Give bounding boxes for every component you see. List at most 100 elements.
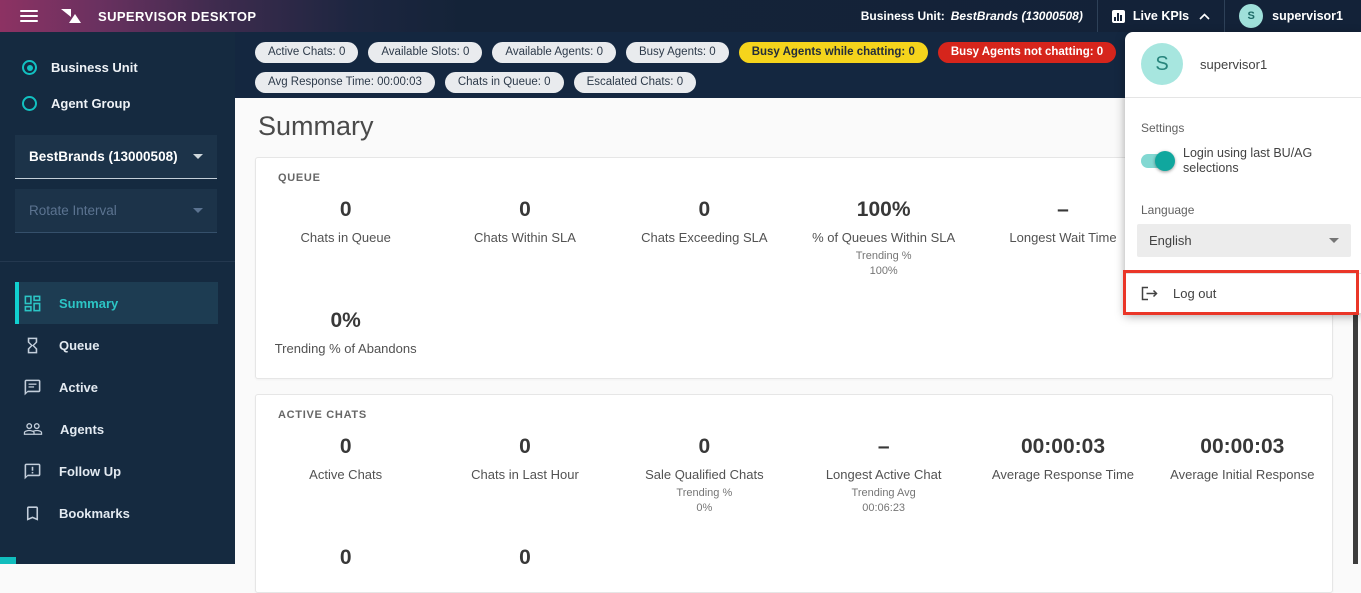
app-logo-icon (60, 8, 82, 24)
stat-value: 0 (435, 198, 614, 222)
stat-sub-label: Trending % (794, 250, 973, 262)
divider (1224, 0, 1225, 32)
dashboard-icon (23, 294, 42, 313)
radio-agent-group[interactable]: Agent Group (0, 88, 235, 119)
active-chats-card-label: ACTIVE CHATS (256, 409, 1332, 421)
settings-label: Settings (1141, 121, 1345, 135)
stat-chats-within-sla: 0 Chats Within SLA (435, 198, 614, 277)
user-panel-header: S supervisor1 (1125, 32, 1361, 98)
kpi-chip: Avg Response Time: 00:00:03 (255, 72, 435, 93)
rotate-interval-placeholder: Rotate Interval (29, 203, 117, 218)
sidebar-item-summary[interactable]: Summary (15, 282, 218, 324)
sidebar-menu: Summary Queue Active Agents Follow Up Bo… (0, 282, 235, 534)
stat-value: 100% (794, 198, 973, 222)
language-select[interactable]: English (1137, 224, 1351, 257)
divider (0, 261, 235, 262)
stat-sub-value: 0% (615, 502, 794, 514)
stat-label: Sale Qualified Chats (615, 467, 794, 482)
stat-avg-response-time: 00:00:03 Average Response Time (973, 435, 1152, 514)
kpi-chip: Available Slots: 0 (368, 42, 482, 63)
radio-label: Business Unit (51, 60, 138, 75)
logout-label: Log out (1173, 286, 1216, 301)
chevron-down-icon (193, 154, 203, 159)
stat-label: Chats Exceeding SLA (615, 230, 794, 245)
business-unit-select-value: BestBrands (13000508) (29, 149, 178, 164)
sidebar-item-queue[interactable]: Queue (15, 324, 218, 366)
stat-value: – (794, 435, 973, 459)
kpi-chip: Escalated Chats: 0 (574, 72, 697, 93)
kpi-chip-warning: Busy Agents while chatting: 0 (739, 42, 928, 63)
stat-chats-exceeding-sla: 0 Chats Exceeding SLA (615, 198, 794, 277)
stat-avg-initial-response: 00:00:03 Average Initial Response (1153, 435, 1332, 514)
sidebar-item-label: Bookmarks (59, 506, 130, 521)
sidebar-item-label: Active (59, 380, 98, 395)
login-selection-toggle[interactable]: Login using last BU/AG selections (1125, 146, 1361, 176)
stat-label: Average Initial Response (1153, 467, 1332, 482)
stat-label: Chats in Queue (256, 230, 435, 245)
business-unit-value: BestBrands (13000508) (951, 9, 1083, 23)
avatar[interactable]: S (1239, 4, 1263, 28)
stat-label: Longest Active Chat (794, 467, 973, 482)
stat-longest-active-chat: – Longest Active Chat Trending Avg 00:06… (794, 435, 973, 514)
app-title: SUPERVISOR DESKTOP (98, 9, 256, 24)
business-unit-label: Business Unit: (861, 9, 945, 23)
stat-sub-value: 00:06:23 (794, 502, 973, 514)
user-name: supervisor1 (1200, 57, 1267, 72)
sidebar: Business Unit Agent Group BestBrands (13… (0, 32, 235, 564)
active-chats-card: ACTIVE CHATS 0 Active Chats 0 Chats in L… (255, 394, 1333, 593)
stat-value: 0 (256, 435, 435, 459)
bar-chart-icon (1112, 10, 1125, 23)
chevron-down-icon (193, 208, 203, 213)
stat-label: % of Queues Within SLA (794, 230, 973, 245)
sidebar-item-follow-up[interactable]: Follow Up (15, 450, 218, 492)
stat-trending-abandons: 0% Trending % of Abandons (256, 309, 435, 356)
sidebar-item-agents[interactable]: Agents (15, 408, 218, 450)
logout-icon (1141, 286, 1158, 301)
people-icon (23, 419, 43, 439)
language-label: Language (1141, 203, 1345, 217)
live-kpis-button[interactable]: Live KPIs (1112, 9, 1210, 23)
sidebar-item-label: Summary (59, 296, 118, 311)
stat-sub-label: Trending % (615, 487, 794, 499)
user-name[interactable]: supervisor1 (1272, 9, 1343, 23)
stat-value: 0 (256, 546, 435, 570)
stat-partial: 0 (256, 546, 435, 570)
divider (1097, 0, 1098, 32)
stat-chats-in-queue: 0 Chats in Queue (256, 198, 435, 277)
stat-value: 00:00:03 (1153, 435, 1332, 459)
stat-value: 0 (256, 198, 435, 222)
toggle-on-icon[interactable] (1141, 154, 1173, 168)
business-unit-select[interactable]: BestBrands (13000508) (15, 135, 217, 179)
menu-icon[interactable] (20, 10, 38, 22)
sidebar-item-label: Agents (60, 422, 104, 437)
bookmark-icon (23, 504, 42, 523)
stat-chats-last-hour: 0 Chats in Last Hour (435, 435, 614, 514)
toggle-label: Login using last BU/AG selections (1183, 146, 1347, 176)
top-bar: SUPERVISOR DESKTOP Business Unit: BestBr… (0, 0, 1361, 32)
chat-icon (23, 378, 42, 397)
stat-value: 0 (615, 198, 794, 222)
sidebar-item-label: Queue (59, 338, 99, 353)
stat-value: 0 (615, 435, 794, 459)
stat-value: 0 (435, 546, 614, 570)
chevron-down-icon (1329, 238, 1339, 243)
kpi-chip: Busy Agents: 0 (626, 42, 729, 63)
sidebar-item-bookmarks[interactable]: Bookmarks (15, 492, 218, 534)
chat-alert-icon (23, 462, 42, 481)
stat-sub-label: Trending Avg (794, 487, 973, 499)
stat-value: 0% (256, 309, 435, 333)
rotate-interval-select[interactable]: Rotate Interval (15, 189, 217, 233)
sidebar-accent-strip (0, 557, 16, 564)
live-kpis-label: Live KPIs (1133, 9, 1189, 23)
radio-selected-icon (22, 60, 37, 75)
sidebar-item-active[interactable]: Active (15, 366, 218, 408)
kpi-chip-danger: Busy Agents not chatting: 0 (938, 42, 1116, 63)
logout-button[interactable]: Log out (1125, 273, 1361, 313)
avatar: S (1141, 43, 1183, 85)
radio-business-unit[interactable]: Business Unit (0, 52, 235, 83)
vertical-scrollbar[interactable] (1353, 313, 1358, 564)
stat-active-chats: 0 Active Chats (256, 435, 435, 514)
kpi-chip: Active Chats: 0 (255, 42, 358, 63)
stat-label: Average Response Time (973, 467, 1152, 482)
stat-value: 00:00:03 (973, 435, 1152, 459)
